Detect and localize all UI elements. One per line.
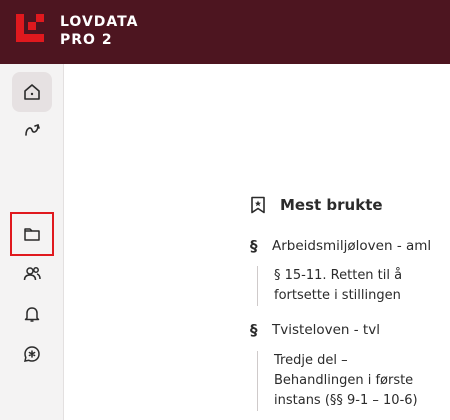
section-icon: § [250,321,258,339]
bookmark-icon [251,196,265,214]
provision-line: Tredje del – [274,353,348,368]
sidebar-item-users[interactable] [12,254,52,294]
provision-line: Behandlingen i første [274,373,414,388]
main-content: Mest brukte § Arbeidsmiljøloven - aml § … [64,64,450,420]
route-icon [25,123,40,136]
lovdata-logo-icon[interactable] [16,14,44,42]
provision-line: instans (§§ 9-1 – 10-6) [274,393,418,408]
sidebar-item-route[interactable] [12,110,52,150]
provision-line: § 15-11. Retten til å [274,268,403,283]
users-icon [23,267,41,281]
most-used-title: Mest brukte [280,196,383,214]
chat-star-icon [24,346,40,362]
provision-link[interactable]: § 15-11. Retten til å fortsette i stilli… [257,266,447,306]
law-entry-aml[interactable]: § Arbeidsmiljøloven - aml [250,237,431,255]
sidebar [0,64,64,420]
sidebar-item-home[interactable] [12,72,52,112]
sidebar-item-notifications[interactable] [12,294,52,334]
sidebar-item-assistant[interactable] [12,334,52,374]
provision-link[interactable]: Tredje del – Behandlingen i første insta… [257,351,447,411]
sidebar-item-folder[interactable] [10,212,54,256]
brand-line-1: LOVDATA [60,14,139,30]
home-icon [24,84,40,100]
brand-line-2: PRO 2 [60,32,113,48]
law-title: Arbeidsmiljøloven - aml [272,238,432,254]
law-entry-tvl[interactable]: § Tvisteloven - tvl [250,321,380,339]
bell-icon [24,307,40,322]
brand-name[interactable]: LOVDATA PRO 2 [60,13,138,49]
folder-icon [24,228,40,241]
provision-line: fortsette i stillingen [274,288,401,303]
law-title: Tvisteloven - tvl [272,322,380,338]
most-used-header: Mest brukte [250,196,383,214]
top-bar: LOVDATA PRO 2 [0,0,450,64]
section-icon: § [250,237,258,255]
